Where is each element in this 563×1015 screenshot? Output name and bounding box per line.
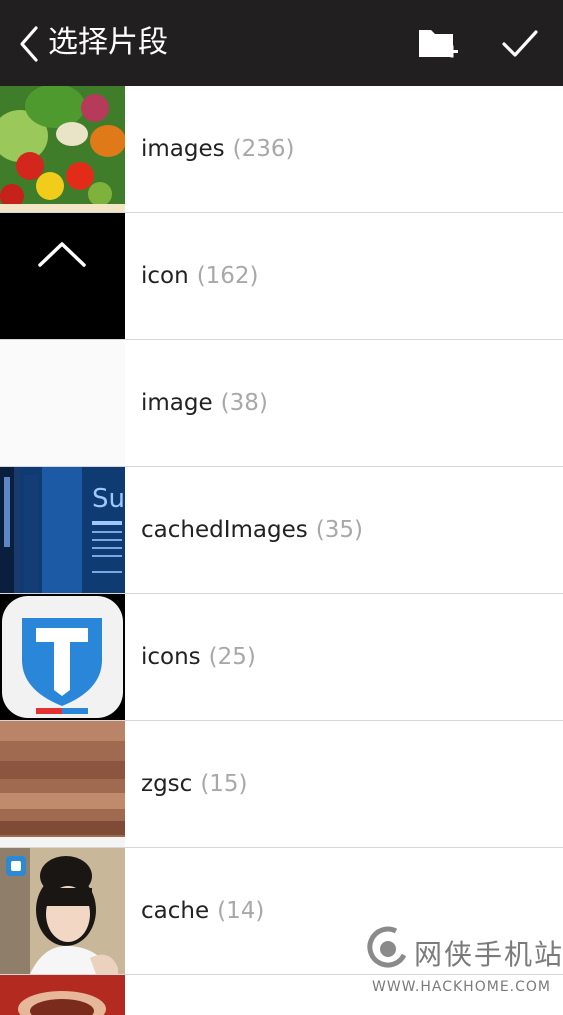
thumbnail-blue-screen: Su: [0, 467, 125, 593]
folder-name: icons: [141, 644, 201, 670]
thumbnail-vegetables: [0, 86, 125, 212]
folder-count: (25): [208, 644, 256, 670]
folder-count: (38): [220, 390, 268, 416]
folder-name: zgsc: [141, 771, 193, 797]
folder-name: cache: [141, 898, 210, 924]
thumbnail-portrait: [0, 848, 125, 974]
checkmark-icon[interactable]: [500, 24, 540, 64]
folder-count: (15): [200, 771, 248, 797]
svg-text:Su: Su: [92, 484, 125, 514]
top-bar: 选择片段: [0, 0, 563, 86]
folder-count: (162): [196, 263, 259, 289]
folder-label: icons (25): [141, 594, 256, 720]
folder-name: images: [141, 136, 225, 162]
thumbnail-food: [0, 975, 125, 1015]
folder-name: icon: [141, 263, 189, 289]
thumbnail-chevron-up: [0, 213, 125, 339]
folder-row-zgsc[interactable]: zgsc (15): [0, 721, 563, 848]
folder-name: cachedImages: [141, 517, 308, 543]
folder-row-images[interactable]: images (236): [0, 86, 563, 213]
thumbnail-shield-app-icon: [0, 594, 125, 720]
thumbnail-blank: [0, 340, 125, 466]
folder-label: images (236): [141, 86, 294, 212]
folder-label: cachedImages (35): [141, 467, 363, 593]
chevron-left-icon[interactable]: [16, 24, 42, 64]
page-title: 选择片段: [48, 25, 168, 60]
watermark-cn-text: 网侠手机站: [414, 938, 563, 971]
thumbnail-grain: [0, 721, 125, 847]
watermark-logo-icon: [367, 926, 407, 968]
folder-list: images (236) icon (162) image (38) Su ca…: [0, 86, 563, 1015]
folder-label: image (38): [141, 340, 268, 466]
folder-count: (35): [315, 517, 363, 543]
folder-add-icon[interactable]: [416, 24, 460, 64]
watermark-en-text: WWW.HACKHOME.COM: [372, 979, 551, 995]
folder-label: zgsc (15): [141, 721, 248, 847]
folder-row-icons[interactable]: icons (25): [0, 594, 563, 721]
folder-row-image[interactable]: image (38): [0, 340, 563, 467]
folder-row-cachedimages[interactable]: Su cachedImages (35): [0, 467, 563, 594]
folder-row-icon[interactable]: icon (162): [0, 213, 563, 340]
folder-count: (236): [232, 136, 295, 162]
folder-label: cache (14): [141, 848, 264, 974]
folder-count: (14): [217, 898, 265, 924]
folder-label: icon (162): [141, 213, 259, 339]
watermark: 网侠手机站 WWW.HACKHOME.COM: [366, 925, 563, 1000]
folder-name: image: [141, 390, 213, 416]
